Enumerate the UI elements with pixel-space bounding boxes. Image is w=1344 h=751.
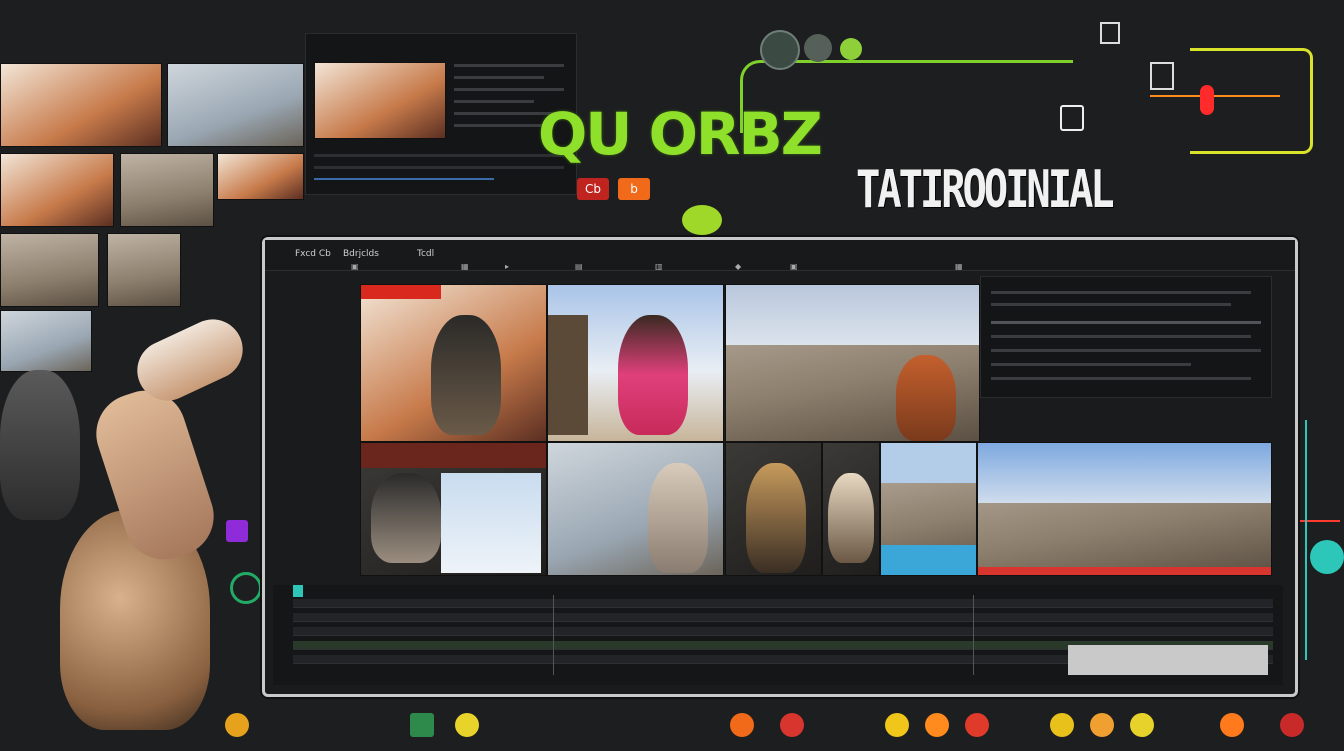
menu-edit[interactable]: Bdrjclds	[343, 249, 379, 259]
menu-tools[interactable]: Tcdl	[417, 249, 434, 259]
timeline-track[interactable]	[293, 599, 1273, 608]
secondary-title: TATIROOINIAL	[856, 160, 1115, 220]
toolbar-icon-2[interactable]: ▦	[461, 262, 469, 271]
yellow-ring-icon[interactable]	[455, 713, 479, 737]
toolbar-icon-8[interactable]: ▦	[955, 262, 963, 271]
timeline-clip[interactable]	[1068, 645, 1268, 675]
badge-red: Cb	[577, 178, 609, 200]
clip-preview-2[interactable]	[547, 284, 724, 442]
orange-icon-4[interactable]	[1220, 713, 1244, 737]
wire-green-top	[740, 60, 1073, 133]
clip-preview-4[interactable]	[360, 442, 547, 576]
lock-icon	[1060, 105, 1084, 131]
mini-preview[interactable]	[314, 62, 446, 139]
red-icon[interactable]	[780, 713, 804, 737]
toolbar-icon-6[interactable]: ◆	[735, 262, 741, 271]
properties-panel	[980, 276, 1272, 398]
red-icon-3[interactable]	[1280, 713, 1304, 737]
timeline-track[interactable]	[293, 613, 1273, 622]
orange-icon-3[interactable]	[1090, 713, 1114, 737]
gear-cluster-icon	[760, 30, 870, 70]
clip-preview-9[interactable]	[977, 442, 1272, 576]
side-square-icon	[1150, 62, 1174, 90]
yellow-icon-3[interactable]	[1130, 713, 1154, 737]
clip-preview-6[interactable]	[725, 442, 822, 576]
thumb-left-4[interactable]	[120, 153, 214, 227]
clip-preview-1[interactable]	[360, 284, 547, 442]
yellow-pot-icon[interactable]	[225, 713, 249, 737]
foreground-person-image	[0, 309, 253, 750]
toolbar-icon-4[interactable]: ▤	[575, 262, 583, 271]
timeline-track[interactable]	[293, 627, 1273, 636]
thumb-left-7[interactable]	[107, 233, 181, 307]
green-box-icon[interactable]	[410, 713, 434, 737]
red-dot-icon	[1200, 85, 1214, 115]
timeline-marker	[973, 595, 974, 675]
bottom-icon-strip	[220, 705, 1330, 745]
timeline-marker	[553, 595, 554, 675]
toolbar-icon-7[interactable]: ▣	[790, 262, 798, 271]
teal-dot-icon	[1310, 540, 1344, 574]
toolbar-icon-5[interactable]: ▥	[655, 262, 663, 271]
yellow-icon-2[interactable]	[1050, 713, 1074, 737]
clip-preview-3[interactable]	[725, 284, 980, 442]
thumb-left-8[interactable]	[0, 310, 92, 372]
yellow-icon[interactable]	[885, 713, 909, 737]
timeline[interactable]	[273, 585, 1283, 685]
thumb-left-6[interactable]	[0, 233, 99, 307]
small-square-icon	[1100, 22, 1120, 44]
thumb-left-3[interactable]	[0, 153, 114, 227]
clip-preview-7[interactable]	[822, 442, 880, 576]
badge-orange: b	[618, 178, 650, 200]
purple-icon	[226, 520, 248, 542]
orange-icon[interactable]	[730, 713, 754, 737]
thumb-left-2[interactable]	[167, 63, 304, 147]
toolbar-icon-3[interactable]: ▸	[505, 262, 509, 271]
red-icon-2[interactable]	[965, 713, 989, 737]
orange-icon-2[interactable]	[925, 713, 949, 737]
toolbar-icon-1[interactable]: ▣	[351, 262, 359, 271]
thumb-left-1[interactable]	[0, 63, 162, 147]
wire-orange	[1150, 95, 1280, 98]
thumb-left-5[interactable]	[217, 153, 304, 200]
editor-window[interactable]: Fxcd Cb Bdrjclds Tcdl ▣ ▦ ▸ ▤ ▥ ◆ ▣ ▦	[262, 237, 1298, 697]
mini-editor-panel	[305, 33, 577, 195]
playhead-icon[interactable]	[293, 585, 303, 597]
globe-icon	[230, 572, 262, 604]
clip-preview-5[interactable]	[547, 442, 724, 576]
green-blob-icon	[682, 205, 722, 235]
menu-file[interactable]: Fxcd Cb	[295, 249, 331, 259]
editor-menu-bar: Fxcd Cb Bdrjclds Tcdl ▣ ▦ ▸ ▤ ▥ ◆ ▣ ▦	[265, 240, 1295, 271]
clip-preview-8[interactable]	[880, 442, 977, 576]
